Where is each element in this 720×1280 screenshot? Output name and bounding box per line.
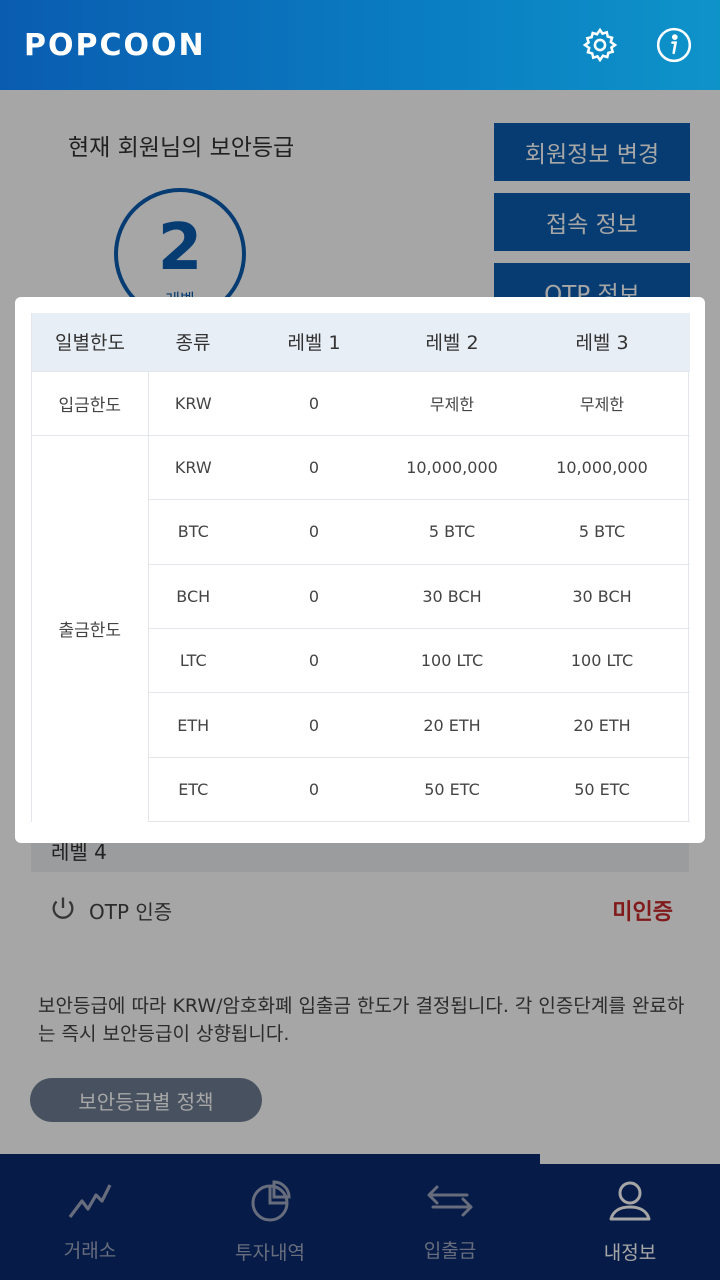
table-cell: 5 BTC — [514, 499, 690, 565]
table-cell: KRW — [148, 370, 238, 436]
table-cell: 30 BCH — [514, 563, 690, 629]
table-cell: 50 ETC — [514, 756, 690, 823]
table-cell: 0 — [238, 370, 390, 436]
table-cell: 무제한 — [514, 370, 690, 436]
gear-icon[interactable] — [578, 23, 622, 67]
table-row: 출금한도 KRW 0 10,000,000 10,000,000 — [32, 434, 690, 822]
table-cell: ETC — [148, 756, 238, 823]
app-header: POPCOON — [0, 0, 720, 90]
table-cell: 0 — [238, 434, 390, 500]
table-cell: BTC — [148, 499, 238, 565]
table-header-row: 일별한도 종류 레벨 1 레벨 2 레벨 3 — [32, 313, 690, 371]
header-daily-limit: 일별한도 — [32, 313, 148, 371]
table-cell: 0 — [238, 692, 390, 758]
table-cell: 0 — [238, 628, 390, 693]
bottom-nav: 거래소 투자내역 입출금 내정보 — [0, 1154, 720, 1280]
header-level-2: 레벨 2 — [390, 313, 514, 371]
table-cell: 100 LTC — [514, 628, 690, 693]
table-cell: 0 — [238, 563, 390, 629]
table-cell: BCH — [148, 563, 238, 629]
daily-limit-table: 일별한도 종류 레벨 1 레벨 2 레벨 3 입금한도 KRW 0 무제한 무제… — [32, 313, 690, 823]
table-cell: 10,000,000 — [390, 434, 514, 500]
table-cell: 30 BCH — [390, 563, 514, 629]
table-cell: ETH — [148, 692, 238, 758]
header-level-1: 레벨 1 — [238, 313, 390, 371]
table-cell: 50 ETC — [390, 756, 514, 823]
table-cell: 20 ETH — [514, 692, 690, 758]
nav-dim-overlay — [0, 1154, 720, 1280]
table-cell: 100 LTC — [390, 628, 514, 693]
table-cell: KRW — [148, 434, 238, 500]
table-cell: 0 — [238, 756, 390, 823]
table-cell: 무제한 — [390, 370, 514, 436]
app-logo[interactable]: POPCOON — [24, 28, 206, 63]
header-type: 종류 — [148, 313, 238, 371]
table-cell: 5 BTC — [390, 499, 514, 565]
info-icon[interactable] — [652, 23, 696, 67]
table-cell: LTC — [148, 628, 238, 693]
table-cell: 20 ETH — [390, 692, 514, 758]
header-level-3: 레벨 3 — [514, 313, 690, 371]
table-row: 입금한도 KRW 0 무제한 무제한 — [32, 370, 690, 436]
table-cell: 10,000,000 — [514, 434, 690, 500]
daily-limit-modal: 일별한도 종류 레벨 1 레벨 2 레벨 3 입금한도 KRW 0 무제한 무제… — [15, 297, 705, 843]
table-cell: 0 — [238, 499, 390, 565]
withdraw-limit-group: 출금한도 — [32, 434, 149, 822]
deposit-limit-group: 입금한도 — [32, 370, 149, 436]
